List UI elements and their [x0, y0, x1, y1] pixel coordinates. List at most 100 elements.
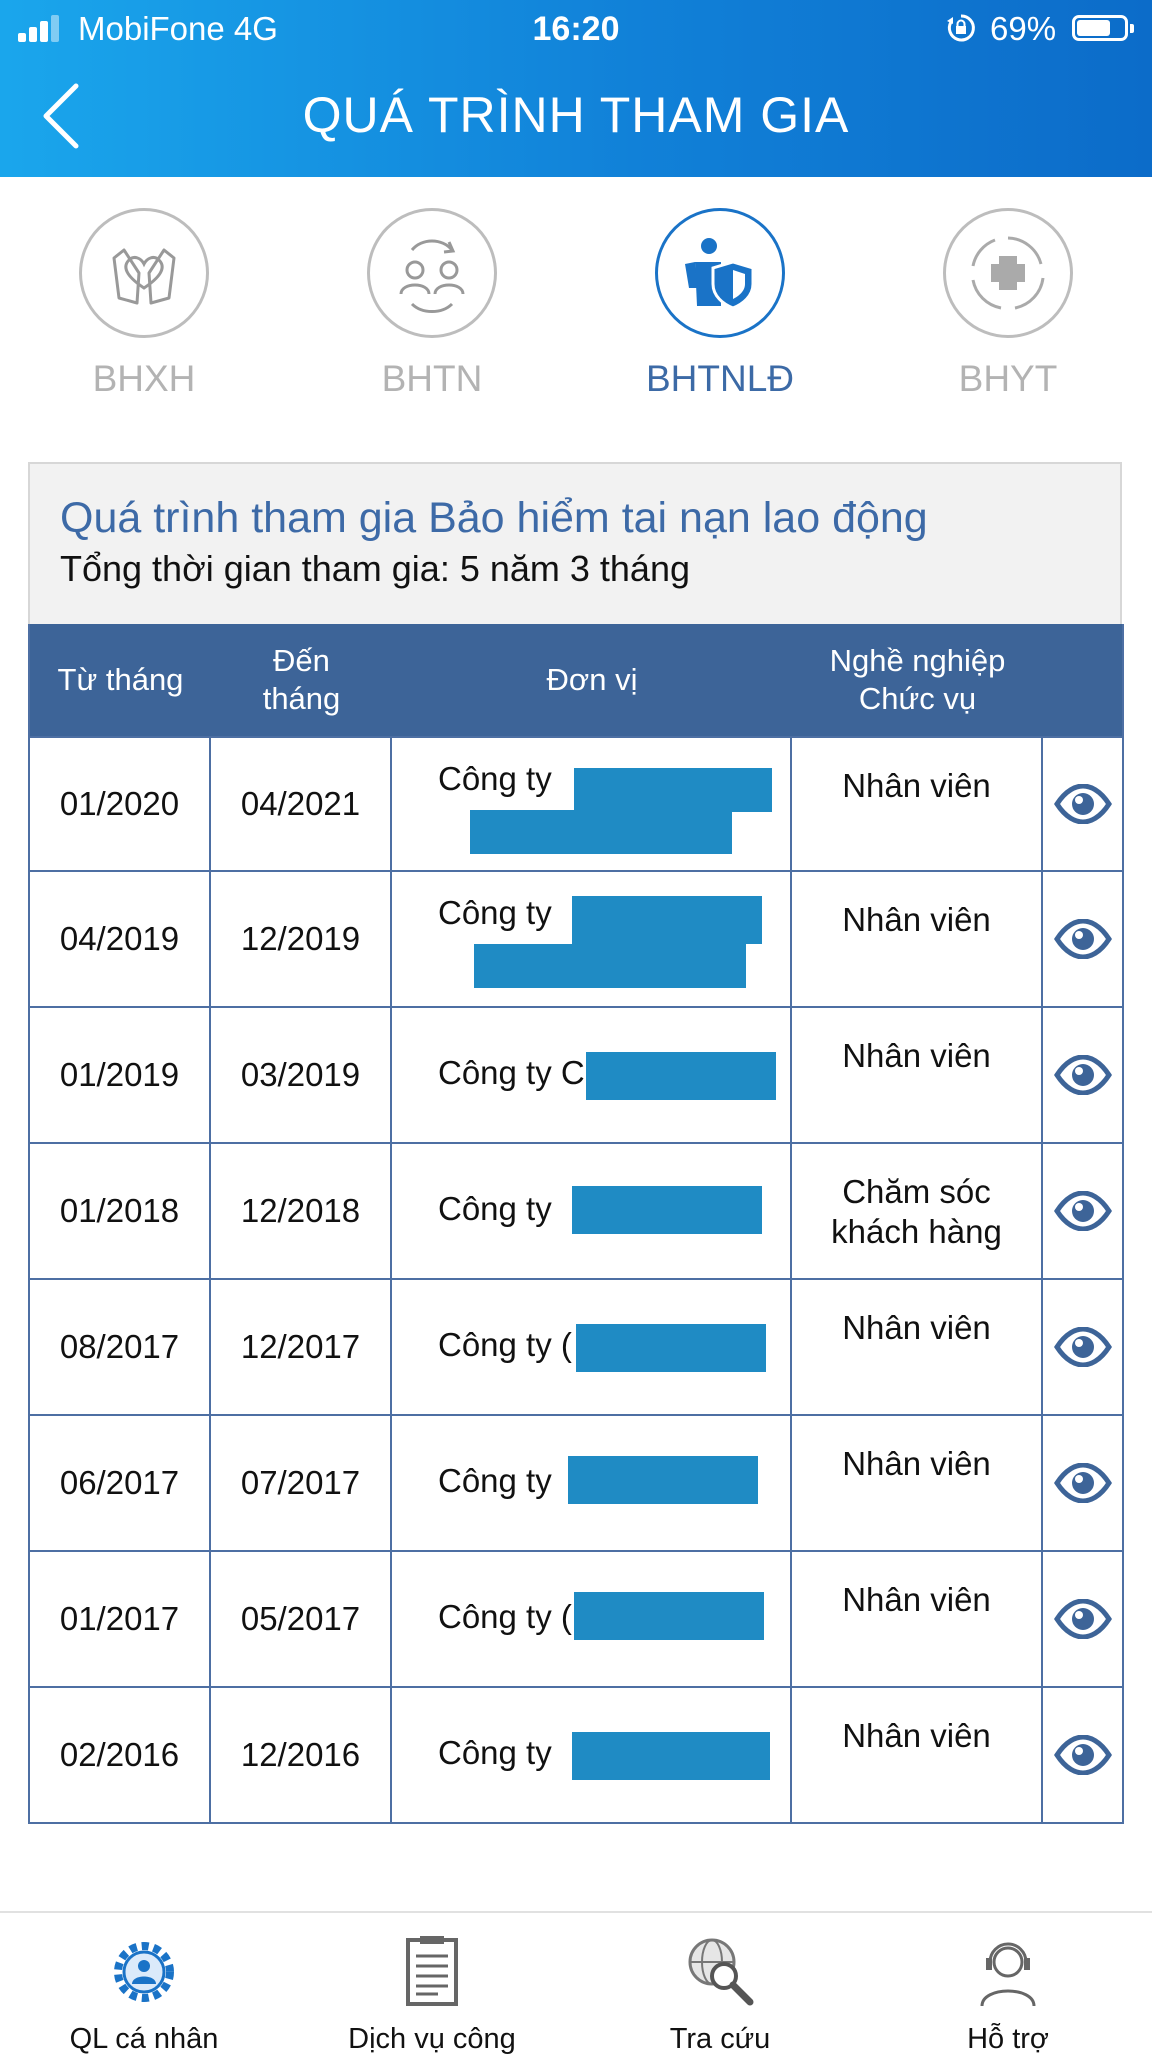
company-name: Công ty — [438, 1462, 552, 1499]
summary-card: Quá trình tham gia Bảo hiểm tai nạn lao … — [28, 462, 1122, 624]
table-row: 02/2016 12/2016 Công ty Nhân viên — [30, 1688, 1122, 1824]
participation-table: Từ tháng Đến tháng Đơn vị Nghề nghiệp Ch… — [28, 624, 1124, 1824]
redacted-block — [574, 1592, 764, 1640]
tab-label: BHXH — [92, 358, 196, 399]
rotation-lock-icon — [947, 14, 975, 42]
unit-cell: Công ty — [392, 1416, 792, 1550]
people-exchange-icon — [367, 208, 497, 338]
unit-cell: Công ty C — [392, 1008, 792, 1142]
status-time: 16:20 — [532, 10, 620, 48]
redacted-block — [572, 1186, 762, 1234]
position-cell: Nhân viên — [792, 1552, 1043, 1686]
to-month: 12/2016 — [211, 1688, 392, 1822]
from-month: 01/2018 — [30, 1144, 211, 1278]
to-month: 12/2017 — [211, 1280, 392, 1414]
position-cell: Nhân viên — [792, 738, 1043, 870]
to-month: 07/2017 — [211, 1416, 392, 1550]
position-cell: Nhân viên — [792, 1280, 1043, 1414]
globe-search-icon — [576, 1933, 864, 2011]
from-month: 01/2020 — [30, 738, 211, 870]
page-title: QUÁ TRÌNH THAM GIA — [302, 87, 850, 143]
from-month: 01/2017 — [30, 1552, 211, 1686]
position-cell: Nhân viên — [792, 872, 1043, 1006]
status-bar: MobiFone 4G 16:20 69% — [0, 0, 1152, 58]
tab-label: BHTN — [381, 358, 483, 399]
tab-bhtnld[interactable]: BHTNLĐ — [620, 208, 820, 400]
unit-cell: Công ty ( — [392, 1552, 792, 1686]
eye-icon — [1053, 1055, 1112, 1095]
table-row: 08/2017 12/2017 Công ty (Nhân viên — [30, 1280, 1122, 1416]
redacted-block — [576, 1324, 766, 1372]
company-name: Công ty ( — [438, 1598, 572, 1635]
table-row: 01/2018 12/2018 Công ty Chăm sóc khách hàng — [30, 1144, 1122, 1280]
to-month: 03/2019 — [211, 1008, 392, 1142]
table-row: 01/2019 03/2019 Công ty C Nhân viên — [30, 1008, 1122, 1144]
from-month: 06/2017 — [30, 1416, 211, 1550]
tab-bhyt[interactable]: BHYT — [908, 208, 1108, 400]
battery-percent: 69% — [990, 10, 1057, 47]
summary-title: Quá trình tham gia Bảo hiểm tai nạn lao … — [60, 494, 928, 542]
nav-lookup[interactable]: Tra cứu — [576, 1933, 864, 2056]
redacted-block — [572, 1732, 770, 1780]
company-name: Công ty ( — [438, 1326, 572, 1363]
insurance-tabs: BHXH BHTN BHTNLĐ BHYT — [0, 200, 1152, 420]
unit-cell: Công ty — [392, 1688, 792, 1822]
eye-icon — [1053, 1463, 1112, 1503]
nav-personal[interactable]: QL cá nhân — [0, 1933, 288, 2056]
company-name: Công ty — [438, 760, 552, 797]
tab-bhtn[interactable]: BHTN — [332, 208, 532, 400]
company-name: Công ty — [438, 1734, 552, 1771]
header-action — [1043, 624, 1122, 736]
view-detail-button[interactable] — [1043, 1144, 1122, 1278]
redacted-block — [586, 1052, 776, 1100]
support-headset-icon — [864, 1933, 1152, 2011]
eye-icon — [1053, 784, 1112, 824]
nav-public-services[interactable]: Dịch vụ công — [288, 1933, 576, 2056]
position-cell: Nhân viên — [792, 1416, 1043, 1550]
unit-cell: Công ty — [392, 738, 792, 870]
redacted-block — [574, 768, 772, 812]
view-detail-button[interactable] — [1043, 1280, 1122, 1414]
nav-label: Tra cứu — [669, 2023, 771, 2055]
position-cell: Nhân viên — [792, 1688, 1043, 1822]
unit-cell: Công ty — [392, 872, 792, 1006]
heart-hands-icon — [79, 208, 209, 338]
eye-icon — [1053, 1327, 1112, 1367]
position-cell: Chăm sóc khách hàng — [792, 1144, 1043, 1278]
view-detail-button[interactable] — [1043, 738, 1122, 870]
to-month: 12/2018 — [211, 1144, 392, 1278]
redacted-block — [470, 810, 732, 854]
unit-cell: Công ty — [392, 1144, 792, 1278]
view-detail-button[interactable] — [1043, 1008, 1122, 1142]
app-header: MobiFone 4G 16:20 69% QUÁ TRÌNH THAM GIA — [0, 0, 1152, 177]
view-detail-button[interactable] — [1043, 1688, 1122, 1822]
tab-label: BHYT — [958, 358, 1058, 399]
company-name: Công ty C — [438, 1054, 585, 1091]
view-detail-button[interactable] — [1043, 1552, 1122, 1686]
redacted-block — [568, 1456, 758, 1504]
from-month: 02/2016 — [30, 1688, 211, 1822]
battery-icon — [1072, 15, 1134, 41]
bottom-navigation: QL cá nhân Dịch vụ công Tra cứu Hỗ trợ — [0, 1911, 1152, 2055]
eye-icon — [1053, 1599, 1112, 1639]
view-detail-button[interactable] — [1043, 872, 1122, 1006]
eye-icon — [1053, 1735, 1112, 1775]
company-name: Công ty — [438, 1190, 552, 1227]
table-row: 01/2017 05/2017 Công ty ( Nhân viên — [30, 1552, 1122, 1688]
tab-label: BHTNLĐ — [645, 358, 795, 399]
view-detail-button[interactable] — [1043, 1416, 1122, 1550]
to-month: 05/2017 — [211, 1552, 392, 1686]
document-icon — [288, 1933, 576, 2011]
eye-icon — [1053, 1191, 1112, 1231]
eye-icon — [1053, 919, 1112, 959]
table-body: 01/2020 04/2021 Công ty Nhân viên 04/2019 12/… — [30, 736, 1122, 1824]
position-cell: Nhân viên — [792, 1008, 1043, 1142]
tab-bhxh[interactable]: BHXH — [44, 208, 244, 400]
nav-support[interactable]: Hỗ trợ — [864, 1933, 1152, 2056]
nav-label: Dịch vụ công — [348, 2023, 516, 2055]
to-month: 12/2019 — [211, 872, 392, 1006]
header-from-month: Từ tháng — [57, 662, 184, 697]
to-month: 04/2021 — [211, 738, 392, 870]
header-to-month: Đến tháng — [262, 643, 341, 716]
from-month: 01/2019 — [30, 1008, 211, 1142]
